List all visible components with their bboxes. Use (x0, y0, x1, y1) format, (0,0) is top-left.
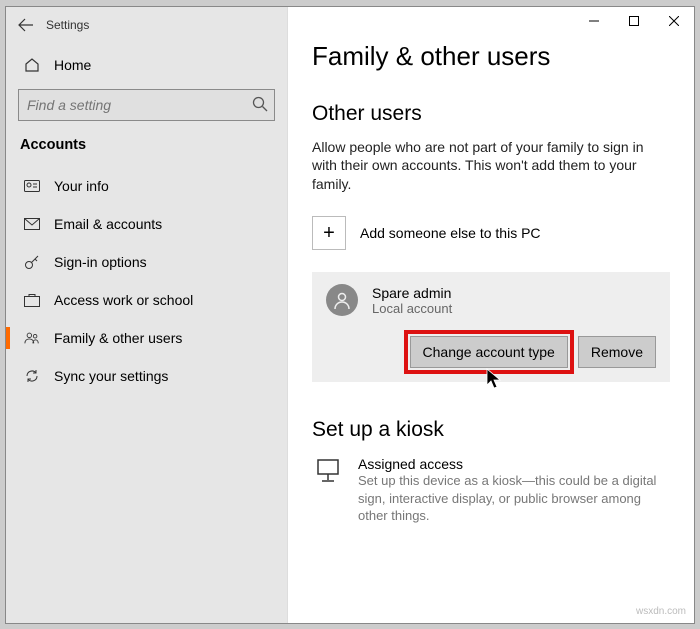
minimize-button[interactable] (574, 7, 614, 35)
close-button[interactable] (654, 7, 694, 35)
sidebar: Settings Home Accounts (6, 7, 288, 623)
avatar-icon (326, 284, 358, 316)
titlebar-controls (574, 7, 694, 35)
envelope-icon (24, 216, 40, 232)
sidebar-item-label: Email & accounts (54, 216, 162, 232)
search-wrap (18, 89, 275, 121)
search-icon (251, 95, 269, 116)
arrow-left-icon (18, 17, 34, 33)
sidebar-item-label: Sign-in options (54, 254, 147, 270)
sidebar-home-label: Home (54, 57, 91, 73)
maximize-button[interactable] (614, 7, 654, 35)
watermark: wsxdn.com (636, 606, 686, 617)
sidebar-item-signin-options[interactable]: Sign-in options (6, 243, 275, 281)
back-button[interactable] (6, 7, 46, 43)
add-user-label: Add someone else to this PC (360, 225, 541, 241)
settings-window: Settings Home Accounts (5, 6, 695, 624)
sidebar-home[interactable]: Home (18, 49, 275, 79)
user-name: Spare admin (372, 285, 452, 301)
sync-icon (24, 368, 40, 384)
sidebar-item-label: Sync your settings (54, 368, 168, 384)
kiosk-icon (312, 456, 344, 484)
sidebar-nav: Your info Email & accounts Sign-in optio… (6, 167, 275, 395)
assigned-access-desc: Set up this device as a kiosk—this could… (358, 472, 670, 525)
change-account-type-button[interactable]: Change account type (410, 336, 568, 368)
kiosk-heading: Set up a kiosk (312, 418, 670, 442)
add-user-button[interactable]: + Add someone else to this PC (312, 216, 670, 250)
user-type: Local account (372, 301, 452, 316)
sidebar-item-sync-settings[interactable]: Sync your settings (6, 357, 275, 395)
sidebar-item-your-info[interactable]: Your info (6, 167, 275, 205)
plus-icon: + (312, 216, 346, 250)
other-users-heading: Other users (312, 102, 670, 126)
page-title: Family & other users (312, 41, 670, 72)
app-title: Settings (46, 18, 89, 32)
id-card-icon (24, 178, 40, 194)
people-icon (24, 330, 40, 346)
cursor-icon (486, 368, 504, 390)
other-users-desc: Allow people who are not part of your fa… (312, 138, 670, 195)
sidebar-item-label: Access work or school (54, 292, 193, 308)
key-icon (24, 254, 40, 270)
user-card[interactable]: Spare admin Local account Change account… (312, 272, 670, 382)
home-icon (24, 57, 40, 73)
sidebar-item-work-school[interactable]: Access work or school (6, 281, 275, 319)
remove-button[interactable]: Remove (578, 336, 656, 368)
sidebar-item-label: Family & other users (54, 330, 182, 346)
briefcase-icon (24, 292, 40, 308)
sidebar-item-label: Your info (54, 178, 109, 194)
sidebar-item-family-users[interactable]: Family & other users (6, 319, 275, 357)
search-input[interactable] (18, 89, 275, 121)
sidebar-category: Accounts (18, 137, 275, 153)
main-content: Family & other users Other users Allow p… (288, 7, 694, 623)
assigned-access-title: Assigned access (358, 456, 670, 472)
assigned-access-button[interactable]: Assigned access Set up this device as a … (312, 456, 670, 525)
sidebar-item-email-accounts[interactable]: Email & accounts (6, 205, 275, 243)
